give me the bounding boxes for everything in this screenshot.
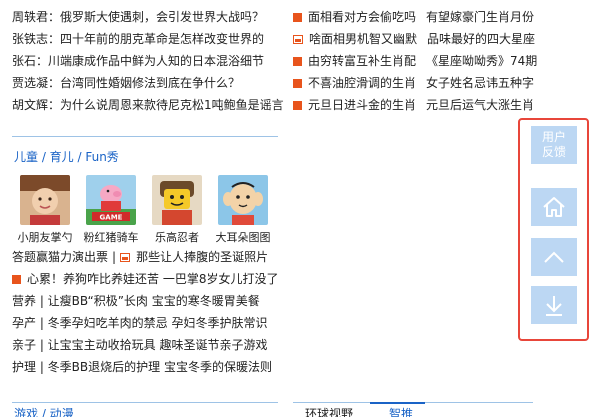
home-button[interactable] — [531, 188, 577, 226]
thumbnail-image[interactable] — [218, 175, 268, 225]
news-link[interactable]: 有望嫁豪门生肖月份 — [426, 6, 534, 28]
news-link[interactable]: 女子姓名忌讳五种字 — [426, 72, 534, 94]
news-link[interactable]: 元旦后运气大涨生肖 — [426, 94, 534, 116]
thumbnail-item[interactable]: 小朋友掌勺 — [12, 175, 78, 245]
news-title[interactable]: 四十年前的朋克革命是怎样改变世界的 — [60, 32, 264, 46]
section-title-kids[interactable]: 儿童 / 育儿 / Fun秀 — [14, 148, 119, 165]
link-text[interactable]: 那些让人捧腹的圣诞照片 — [136, 246, 268, 268]
active-tab-indicator — [370, 402, 425, 404]
picture-icon — [293, 34, 303, 44]
news-title[interactable]: 为什么说周恩来款待尼克松1吨鲍鱼是谣言 — [60, 98, 284, 112]
news-link[interactable]: 品味最好的四大星座 — [427, 28, 535, 50]
kids-thumbnails: 小朋友掌勺 GAME 粉红猪骑车 乐高忍者 大耳朵图图 — [12, 175, 276, 245]
news-item[interactable]: 由穷转富互补生肖配 《星座呦呦秀》74期 — [293, 50, 537, 72]
thumbnail-caption[interactable]: 小朋友掌勺 — [12, 229, 78, 245]
divider — [12, 136, 278, 137]
feedback-label: 用户 — [541, 130, 566, 144]
list-item[interactable]: 营养 | 让瘦BB“积极”长肉 宝宝的寒冬暖胃美餐 — [12, 290, 282, 312]
chevron-up-icon — [542, 250, 566, 264]
news-item[interactable]: 面相看对方会偷吃吗 有望嫁豪门生肖月份 — [293, 6, 534, 28]
divider — [12, 402, 278, 403]
svg-text:GAME: GAME — [100, 214, 123, 222]
tab-global-view[interactable]: 环球视野 — [305, 405, 353, 417]
news-item[interactable]: 胡文辉：为什么说周恩来款待尼克松1吨鲍鱼是谣言 — [12, 94, 284, 116]
link-text[interactable]: 护理 | 冬季BB退烧后的护理 宝宝冬季的保暖法则 — [12, 356, 272, 378]
tab-smart-recommend[interactable]: 智推 — [389, 405, 413, 417]
scroll-to-bottom-button[interactable] — [531, 286, 577, 324]
left-news-list: 周轶君：俄罗斯大使遇刺，会引发世界大战吗？ 张铁志：四十年前的朋克革命是怎样改变… — [12, 6, 284, 116]
thumbnail-image[interactable] — [20, 175, 70, 225]
feedback-label: 反馈 — [541, 145, 566, 159]
news-author: 胡文辉： — [12, 98, 61, 112]
link-text[interactable]: 孕产 | 冬季孕妇吃羊肉的禁忌 孕妇冬季护肤常识 — [12, 312, 268, 334]
news-item[interactable]: 元旦日进斗金的生肖 元旦后运气大涨生肖 — [293, 94, 534, 116]
thumbnail-caption[interactable]: 大耳朵图图 — [210, 229, 276, 245]
thumbnail-item[interactable]: GAME 粉红猪骑车 — [78, 175, 144, 245]
news-author: 周轶君： — [12, 10, 61, 24]
list-item[interactable]: 护理 | 冬季BB退烧后的护理 宝宝冬季的保暖法则 — [12, 356, 282, 378]
square-bullet-icon — [12, 274, 21, 284]
news-item[interactable]: 张石：川端康成作品中鲜为人知的日本混浴细节 — [12, 50, 282, 72]
news-title[interactable]: 川端康成作品中鲜为人知的日本混浴细节 — [48, 54, 264, 68]
picture-icon — [120, 252, 131, 262]
news-link[interactable]: 《星座呦呦秀》74期 — [426, 50, 537, 72]
list-item[interactable]: 孕产 | 冬季孕妇吃羊肉的禁忌 孕妇冬季护肤常识 — [12, 312, 282, 334]
link-text[interactable]: 答题赢猫力演出票 — [12, 246, 108, 268]
thumbnail-caption[interactable]: 乐高忍者 — [144, 229, 210, 245]
news-link[interactable]: 不喜油腔滑调的生肖 — [308, 72, 416, 94]
thumbnail-image[interactable] — [152, 175, 202, 225]
back-to-top-button[interactable] — [531, 238, 577, 276]
news-title[interactable]: 俄罗斯大使遇刺，会引发世界大战吗？ — [60, 10, 264, 24]
list-item[interactable]: 答题赢猫力演出票 | 那些让人捧腹的圣诞照片 — [12, 246, 282, 268]
news-item[interactable]: 张铁志：四十年前的朋克革命是怎样改变世界的 — [12, 28, 282, 50]
arrow-down-icon — [543, 293, 565, 317]
list-item[interactable]: 亲子 | 让宝宝主动收拾玩具 趣味圣诞节亲子游戏 — [12, 334, 282, 356]
news-link[interactable]: 由穷转富互补生肖配 — [308, 50, 416, 72]
list-item[interactable]: 心累！养狗咋比养娃还苦 一巴掌8岁女儿打没了 — [12, 268, 282, 290]
news-author: 张石： — [12, 54, 49, 68]
square-bullet-icon — [293, 12, 302, 22]
news-item[interactable]: 贾选凝：台湾同性婚姻修法到底在争什么？ — [12, 72, 282, 94]
feedback-button[interactable]: 用户 反馈 — [531, 126, 577, 164]
thumbnail-item[interactable]: 大耳朵图图 — [210, 175, 276, 245]
separator: | — [112, 250, 117, 264]
square-bullet-icon — [293, 100, 302, 110]
news-item[interactable]: 不喜油腔滑调的生肖 女子姓名忌讳五种字 — [293, 72, 534, 94]
link-text[interactable]: 心累！养狗咋比养娃还苦 一巴掌8岁女儿打没了 — [27, 268, 278, 290]
thumbnail-item[interactable]: 乐高忍者 — [144, 175, 210, 245]
square-bullet-icon — [293, 78, 302, 88]
section-title-games[interactable]: 游戏 / 动漫 — [14, 405, 74, 417]
link-text[interactable]: 亲子 | 让宝宝主动收拾玩具 趣味圣诞节亲子游戏 — [12, 334, 268, 356]
kids-link-list: 答题赢猫力演出票 | 那些让人捧腹的圣诞照片 心累！养狗咋比养娃还苦 一巴掌8岁… — [12, 246, 282, 378]
news-author: 张铁志： — [12, 32, 61, 46]
news-link[interactable]: 元旦日进斗金的生肖 — [308, 94, 416, 116]
square-bullet-icon — [293, 56, 302, 66]
news-item[interactable]: 周轶君：俄罗斯大使遇刺，会引发世界大战吗？ — [12, 6, 282, 28]
link-text[interactable]: 营养 | 让瘦BB“积极”长肉 宝宝的寒冬暖胃美餐 — [12, 290, 260, 312]
news-link[interactable]: 啥面相男机智又幽默 — [309, 28, 417, 50]
home-icon — [541, 195, 567, 219]
news-title[interactable]: 台湾同性婚姻修法到底在争什么？ — [60, 76, 240, 90]
right-news-list: 面相看对方会偷吃吗 有望嫁豪门生肖月份 啥面相男机智又幽默 品味最好的四大星座 由穷… — [293, 6, 537, 116]
news-author: 贾选凝： — [12, 76, 61, 90]
news-item[interactable]: 啥面相男机智又幽默 品味最好的四大星座 — [293, 28, 535, 50]
thumbnail-caption[interactable]: 粉红猪骑车 — [78, 229, 144, 245]
news-link[interactable]: 面相看对方会偷吃吗 — [308, 6, 416, 28]
thumbnail-image[interactable]: GAME — [86, 175, 136, 225]
